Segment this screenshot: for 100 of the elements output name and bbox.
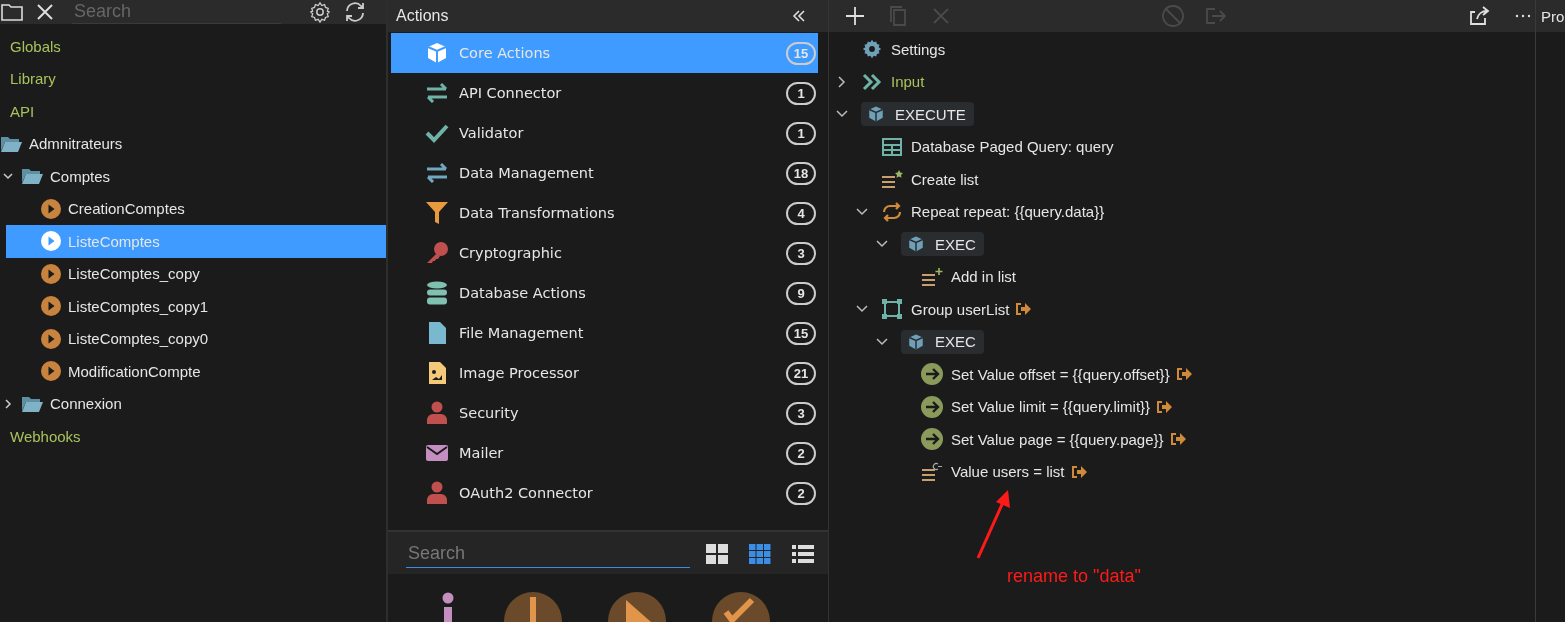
step-label[interactable]: Settings	[891, 40, 946, 58]
image-file-icon	[427, 361, 447, 385]
settings-icon[interactable]	[309, 1, 331, 23]
count-badge: 3	[786, 241, 816, 265]
database-icon	[426, 281, 448, 305]
tree-item[interactable]: Comptes	[0, 160, 386, 193]
list-star-icon	[881, 169, 903, 190]
category-item[interactable]: OAuth2 Connector 2	[391, 473, 818, 513]
tree-item[interactable]: Connexion	[0, 387, 386, 420]
cube-icon	[867, 105, 885, 124]
count-badge: 1	[786, 121, 816, 145]
swap-icon	[425, 163, 449, 183]
panel-title: Pro	[1541, 7, 1565, 25]
collapse-icon[interactable]	[792, 9, 806, 23]
refresh-icon[interactable]	[343, 0, 367, 24]
count-badge: 1	[786, 81, 816, 105]
table-icon	[882, 137, 902, 156]
item-label: ListeComptes_copy0	[68, 330, 209, 348]
count-badge: 2	[786, 441, 816, 465]
tree-item[interactable]: Globals	[0, 30, 386, 63]
item-label: Connexion	[50, 395, 122, 413]
close-icon[interactable]	[36, 3, 54, 21]
category-item[interactable]: Data Transformations 4	[391, 193, 818, 233]
tree-item[interactable]: Admnitrateurs	[0, 127, 386, 160]
play-icon	[41, 328, 61, 349]
step-label[interactable]: Value users = list	[951, 463, 1065, 481]
envelope-icon	[425, 444, 449, 462]
item-label: Globals	[10, 37, 61, 55]
step-label[interactable]: Add in list	[951, 268, 1017, 286]
item-label: Admnitrateurs	[29, 135, 123, 153]
tree-item[interactable]: Webhooks	[0, 420, 386, 453]
step-label[interactable]: Set Value limit = {{query.limit}}	[951, 398, 1151, 416]
annotation-text: rename to "data"	[1007, 566, 1141, 587]
count-badge: 15	[786, 321, 816, 345]
exec-chip[interactable]: EXEC	[901, 329, 984, 354]
count-badge: 2	[786, 481, 816, 505]
folder-icon[interactable]	[0, 2, 24, 22]
cube-icon	[907, 332, 925, 351]
step-label[interactable]: Create list	[911, 170, 979, 188]
category-item[interactable]: Image Processor 21	[391, 353, 818, 393]
add-icon[interactable]	[844, 5, 866, 27]
key-icon	[425, 241, 449, 265]
step-label: EXECUTE	[895, 105, 966, 123]
list-icon[interactable]	[792, 544, 814, 564]
step-label[interactable]: Database Paged Query: query	[911, 138, 1114, 156]
category-item[interactable]: Cryptographic 3	[391, 233, 818, 273]
share-icon[interactable]	[1469, 5, 1491, 27]
step-label: EXEC	[935, 235, 976, 253]
tree-item[interactable]: ListeComptes_copy	[0, 257, 386, 290]
repeat-icon	[881, 201, 903, 222]
item-label: Library	[10, 70, 56, 88]
check-icon	[425, 123, 449, 143]
category-item[interactable]: Validator 1	[391, 113, 818, 153]
category-item[interactable]: API Connector 1	[391, 73, 818, 113]
tree-item[interactable]: ModificationCompte	[0, 355, 386, 388]
person-icon	[426, 401, 448, 425]
count-badge: 15	[786, 41, 816, 65]
category-item[interactable]: Mailer 2	[391, 433, 818, 473]
chevron-icon[interactable]	[2, 397, 14, 410]
play-icon	[41, 198, 61, 219]
double-chevron-icon	[862, 72, 882, 91]
item-label: Webhooks	[10, 427, 81, 445]
group-icon	[881, 298, 903, 321]
step-label[interactable]: Set Value offset = {{query.offset}}	[951, 365, 1170, 383]
item-label: ListeComptes	[68, 232, 160, 250]
large-grid-icon[interactable]	[706, 544, 728, 564]
tree-item[interactable]: ListeComptes_copy0	[0, 322, 386, 355]
gear-icon	[862, 39, 882, 60]
exec-chip[interactable]: EXEC	[901, 232, 984, 257]
tree-item[interactable]: Library	[0, 62, 386, 95]
list-plus-icon	[921, 266, 943, 287]
step-label[interactable]: Set Value page = {{query.page}}	[951, 430, 1164, 448]
step-label[interactable]: Input	[891, 73, 925, 91]
item-label: ListeComptes_copy	[68, 265, 200, 283]
person-icon	[426, 481, 448, 505]
step-label[interactable]: Group userList	[911, 300, 1010, 318]
category-item[interactable]: Data Management 18	[391, 153, 818, 193]
folder-icon	[21, 394, 43, 413]
category-item[interactable]: Security 3	[391, 393, 818, 433]
item-label: ListeComptes_copy1	[68, 297, 209, 315]
funnel-icon	[425, 201, 449, 225]
tree-item[interactable]: API	[0, 95, 386, 128]
item-label: ModificationCompte	[68, 362, 201, 380]
swap-icon	[425, 83, 449, 103]
folder-icon	[0, 134, 22, 153]
count-badge: 18	[786, 161, 816, 185]
folder-icon	[21, 167, 43, 186]
small-grid-icon[interactable]	[749, 544, 771, 564]
play-icon	[41, 231, 61, 252]
step-label[interactable]: Repeat repeat: {{query.data}}	[911, 203, 1105, 221]
play-icon	[41, 263, 61, 284]
list-arrow-icon	[921, 461, 943, 482]
exec-chip[interactable]: EXECUTE	[861, 102, 974, 127]
panel-title: Actions	[396, 7, 449, 25]
category-item[interactable]: File Management 15	[391, 313, 818, 353]
item-label: CreationComptes	[68, 200, 185, 218]
category-item[interactable]: Database Actions 9	[391, 273, 818, 313]
search-field[interactable]: Search	[406, 540, 690, 568]
tree-item[interactable]: CreationComptes	[0, 192, 386, 225]
tree-item[interactable]: ListeComptes_copy1	[0, 290, 386, 323]
